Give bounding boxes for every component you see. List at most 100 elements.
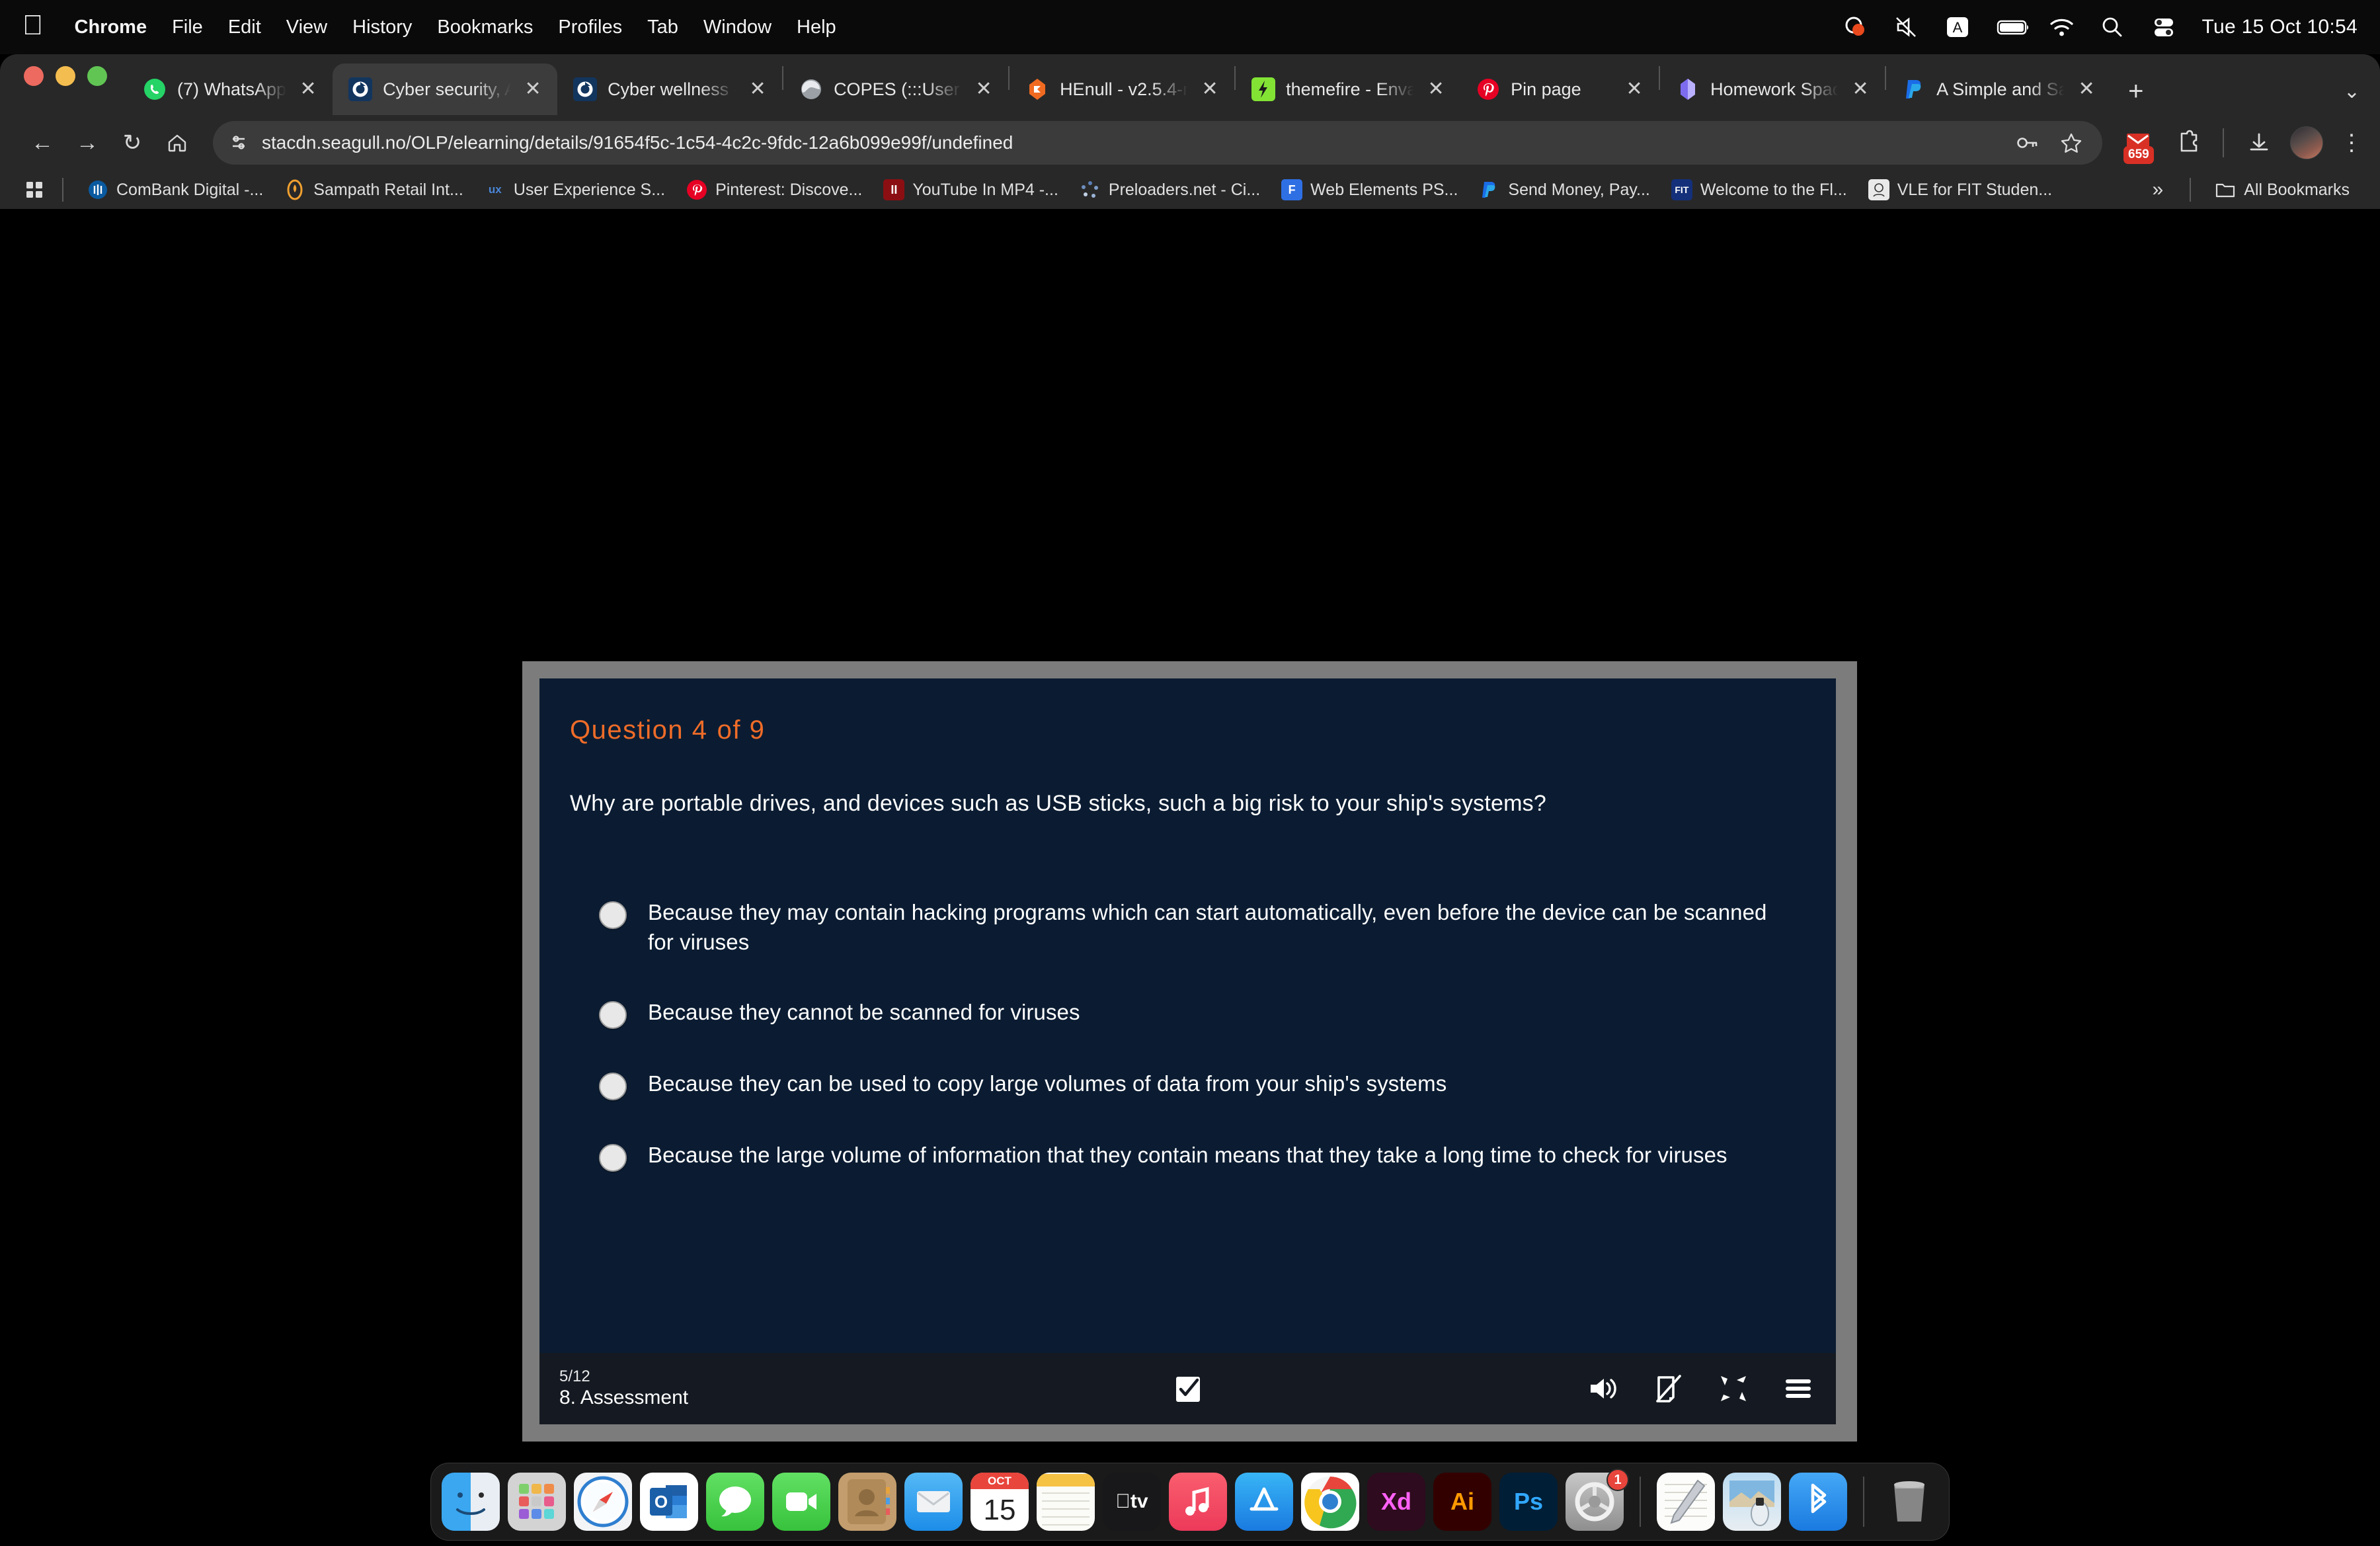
answer-option[interactable]: Because the large volume of information …	[599, 1140, 1805, 1172]
menu-view[interactable]: View	[274, 17, 340, 38]
appletv-icon[interactable]: tv	[1103, 1473, 1161, 1531]
control-center-icon[interactable]	[2151, 14, 2180, 40]
keyboard-input-A-icon[interactable]: A	[1944, 14, 1973, 40]
answer-option[interactable]: Because they cannot be scanned for virus…	[599, 997, 1805, 1029]
bookmark-youtube-mp4[interactable]: II YouTube In MP4 -...	[873, 179, 1069, 200]
menu-file[interactable]: File	[159, 17, 216, 38]
extensions-puzzle-icon[interactable]	[2172, 128, 2202, 157]
bookmark-sampath[interactable]: Sampath Retail Int...	[274, 179, 474, 200]
hamburger-menu-icon[interactable]	[1780, 1371, 1816, 1406]
menu-chrome[interactable]: Chrome	[62, 17, 160, 38]
textedit-icon[interactable]	[1657, 1473, 1715, 1531]
close-window-button[interactable]	[24, 66, 44, 86]
submit-checkbox-icon[interactable]	[1171, 1371, 1205, 1406]
tab-copes[interactable]: COPES (:::User Lo ✕	[783, 63, 1008, 115]
music-icon[interactable]	[1169, 1473, 1227, 1531]
menu-tab[interactable]: Tab	[635, 17, 691, 38]
screen-recording-icon[interactable]	[1841, 14, 1870, 40]
menu-profiles[interactable]: Profiles	[545, 17, 635, 38]
radio-button[interactable]	[599, 901, 627, 929]
answer-option[interactable]: Because they may contain hacking program…	[599, 897, 1805, 957]
system-settings-icon[interactable]: 1	[1566, 1469, 1629, 1531]
close-tab-button[interactable]: ✕	[1849, 79, 1872, 99]
address-bar[interactable]: stacdn.seagull.no/OLP/elearning/details/…	[213, 121, 2102, 165]
close-tab-button[interactable]: ✕	[297, 79, 319, 99]
launchpad-icon[interactable]	[508, 1473, 566, 1531]
volume-icon[interactable]	[1586, 1371, 1622, 1406]
trash-icon[interactable]	[1880, 1473, 1938, 1531]
close-tab-button[interactable]: ✕	[972, 79, 995, 99]
all-bookmarks-button[interactable]: All Bookmarks	[2204, 179, 2360, 200]
bookmark-web-elements[interactable]: F Web Elements PS...	[1271, 179, 1468, 200]
radio-button[interactable]	[599, 1072, 627, 1100]
bookmark-fit[interactable]: FIT Welcome to the Fl...	[1661, 179, 1858, 200]
menu-window[interactable]: Window	[691, 17, 784, 38]
bookmark-star-icon[interactable]	[2059, 131, 2084, 155]
reload-button[interactable]: ↻	[110, 120, 155, 165]
maximize-window-button[interactable]	[87, 66, 107, 86]
finder-icon[interactable]	[442, 1473, 500, 1531]
tab-cyber-security[interactable]: Cyber security, Aw ✕	[333, 63, 558, 115]
safari-icon[interactable]	[574, 1473, 632, 1531]
adobe-xd-icon[interactable]: Xd	[1367, 1473, 1425, 1531]
notes-icon[interactable]	[1037, 1473, 1095, 1531]
answer-option[interactable]: Because they can be used to copy large v…	[599, 1069, 1805, 1100]
preview-icon[interactable]	[1723, 1473, 1781, 1531]
outlook-icon[interactable]: O	[640, 1473, 698, 1531]
search-icon[interactable]	[2099, 14, 2128, 40]
menubar-clock[interactable]: Tue 15 Oct 10:54	[2202, 16, 2358, 38]
close-tab-button[interactable]: ✕	[2075, 79, 2098, 99]
bookmark-paypal[interactable]: Send Money, Pay...	[1468, 179, 1660, 200]
menu-help[interactable]: Help	[784, 17, 849, 38]
site-settings-icon[interactable]	[227, 132, 250, 154]
bookmark-user-experience[interactable]: ux User Experience S...	[474, 179, 676, 200]
password-key-icon[interactable]	[2015, 131, 2042, 155]
appstore-icon[interactable]	[1235, 1473, 1293, 1531]
close-tab-button[interactable]: ✕	[1199, 79, 1221, 99]
wifi-icon[interactable]	[2047, 14, 2077, 40]
menu-bookmarks[interactable]: Bookmarks	[424, 17, 545, 38]
mail-icon[interactable]	[904, 1473, 963, 1531]
adobe-photoshop-icon[interactable]: Ps	[1499, 1473, 1558, 1531]
facetime-icon[interactable]	[772, 1473, 830, 1531]
bookmark-vle[interactable]: VLE for FIT Studen...	[1858, 179, 2063, 200]
tab-search-chevron-down-icon[interactable]: ⌄	[2344, 80, 2360, 103]
tab-cyber-wellness[interactable]: Cyber wellness - C ✕	[557, 63, 782, 115]
mute-icon[interactable]	[1893, 14, 1922, 40]
close-tab-button[interactable]: ✕	[1623, 79, 1646, 99]
menu-edit[interactable]: Edit	[216, 17, 274, 38]
apps-grid-icon[interactable]	[20, 175, 49, 204]
apple-logo-icon[interactable]: 	[22, 11, 44, 39]
close-tab-button[interactable]: ✕	[522, 79, 544, 99]
bookmark-combank[interactable]: ComBank Digital -...	[77, 179, 274, 200]
close-tab-button[interactable]: ✕	[746, 79, 769, 99]
downloads-icon[interactable]	[2245, 129, 2273, 157]
notes-off-icon[interactable]	[1651, 1371, 1686, 1406]
bookmarks-overflow-button[interactable]: »	[2139, 179, 2177, 201]
forward-button[interactable]: →	[65, 120, 110, 165]
contacts-icon[interactable]	[838, 1473, 896, 1531]
radio-button[interactable]	[599, 1000, 627, 1029]
back-button[interactable]: ←	[20, 120, 65, 165]
chrome-menu-kebab[interactable]: ⋮	[2340, 132, 2363, 153]
chrome-icon[interactable]	[1301, 1473, 1359, 1531]
bluetooth-icon[interactable]	[1789, 1473, 1847, 1531]
url-text[interactable]: stacdn.seagull.no/OLP/elearning/details/…	[262, 132, 1013, 153]
minimize-window-button[interactable]	[56, 66, 75, 86]
new-tab-button[interactable]: +	[2111, 78, 2161, 115]
tab-whatsapp[interactable]: (7) WhatsApp ✕	[127, 63, 333, 115]
tab-henull[interactable]: HEnull - v2.5.4-ne ✕	[1010, 63, 1234, 115]
profile-avatar[interactable]	[2290, 126, 2323, 159]
home-icon[interactable]	[155, 120, 200, 165]
tab-themefire[interactable]: themefire - Envato ✕	[1236, 63, 1460, 115]
menu-history[interactable]: History	[340, 17, 424, 38]
tab-paypal[interactable]: A Simple and Safe ✕	[1886, 63, 2111, 115]
calendar-icon[interactable]: OCT 15	[971, 1473, 1029, 1531]
adobe-illustrator-icon[interactable]: Ai	[1433, 1473, 1491, 1531]
fullscreen-icon[interactable]	[1716, 1371, 1751, 1406]
battery-icon[interactable]	[1996, 14, 2028, 40]
close-tab-button[interactable]: ✕	[1425, 79, 1447, 99]
messages-icon[interactable]	[706, 1473, 764, 1531]
radio-button[interactable]	[599, 1143, 627, 1172]
tab-homework-space[interactable]: Homework Space - ✕	[1660, 63, 1885, 115]
